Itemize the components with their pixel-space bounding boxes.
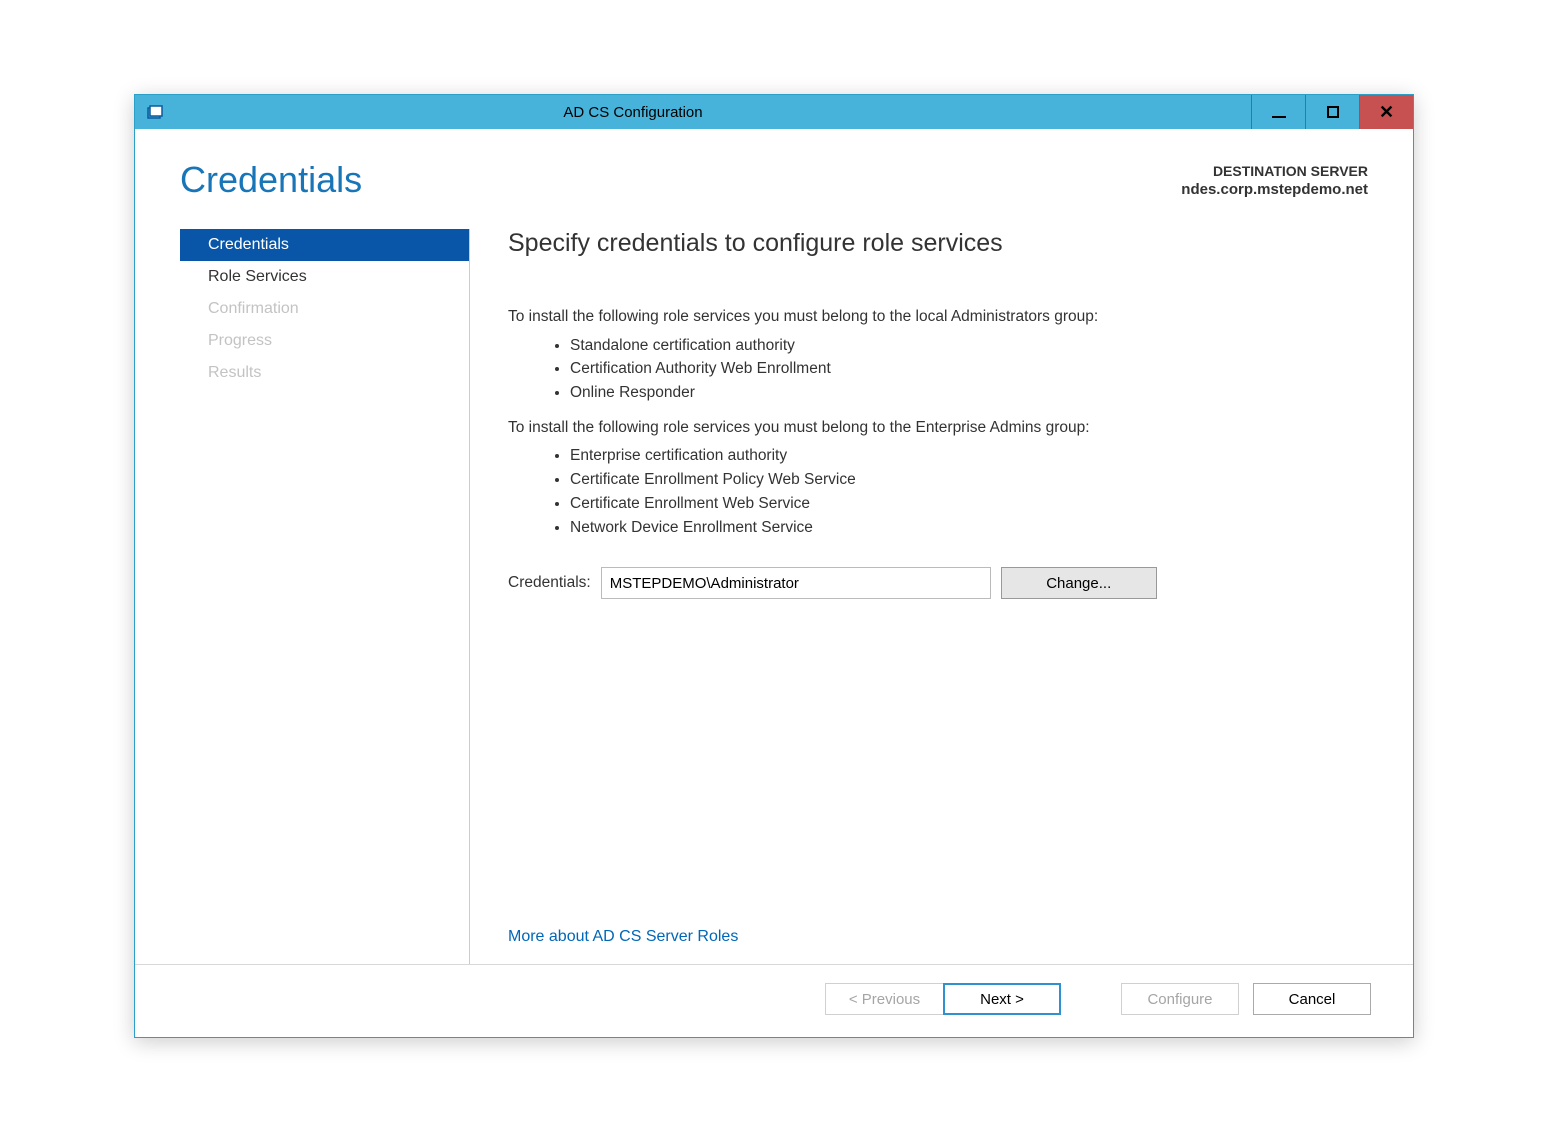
credentials-label: Credentials: xyxy=(508,572,591,594)
enterprise-admin-roles: Enterprise certification authority Certi… xyxy=(508,444,1368,539)
local-admin-intro: To install the following role services y… xyxy=(508,306,1368,328)
destination-server-name: ndes.corp.mstepdemo.net xyxy=(1181,181,1368,198)
close-button[interactable]: ✕ xyxy=(1359,95,1413,129)
window-controls: ✕ xyxy=(1251,95,1413,129)
content-body: To install the following role services y… xyxy=(508,306,1368,928)
list-item: Online Responder xyxy=(570,381,1368,405)
sidebar-item-progress: Progress xyxy=(180,325,469,357)
previous-button: < Previous xyxy=(825,983,943,1015)
main-row: Credentials Role Services Confirmation P… xyxy=(135,201,1413,964)
app-icon xyxy=(135,95,175,129)
sidebar-item-confirmation: Confirmation xyxy=(180,293,469,325)
list-item: Network Device Enrollment Service xyxy=(570,516,1368,540)
enterprise-admin-intro: To install the following role services y… xyxy=(508,417,1368,439)
help-link[interactable]: More about AD CS Server Roles xyxy=(508,928,1368,964)
configure-button: Configure xyxy=(1121,983,1239,1015)
header-row: Credentials DESTINATION SERVER ndes.corp… xyxy=(135,129,1413,201)
maximize-button[interactable] xyxy=(1305,95,1359,129)
list-item: Certificate Enrollment Web Service xyxy=(570,492,1368,516)
wizard-body: Credentials DESTINATION SERVER ndes.corp… xyxy=(135,129,1413,1037)
content-pane: Specify credentials to configure role se… xyxy=(470,229,1368,964)
page-title: Credentials xyxy=(180,159,362,201)
window-title: AD CS Configuration xyxy=(175,95,1251,129)
content-heading: Specify credentials to configure role se… xyxy=(508,229,1368,258)
sidebar-item-credentials[interactable]: Credentials xyxy=(180,229,469,261)
maximize-icon xyxy=(1327,106,1339,118)
next-button[interactable]: Next > xyxy=(943,983,1061,1015)
change-button[interactable]: Change... xyxy=(1001,567,1157,599)
cancel-button[interactable]: Cancel xyxy=(1253,983,1371,1015)
destination-server-label: DESTINATION SERVER xyxy=(1181,163,1368,179)
credentials-input[interactable] xyxy=(601,567,991,599)
list-item: Certification Authority Web Enrollment xyxy=(570,357,1368,381)
credentials-row: Credentials: Change... xyxy=(508,567,1368,599)
minimize-icon xyxy=(1272,116,1286,118)
titlebar[interactable]: AD CS Configuration ✕ xyxy=(135,95,1413,129)
destination-server-box: DESTINATION SERVER ndes.corp.mstepdemo.n… xyxy=(1181,159,1368,198)
sidebar-item-results: Results xyxy=(180,357,469,389)
wizard-sidebar: Credentials Role Services Confirmation P… xyxy=(180,229,470,964)
list-item: Standalone certification authority xyxy=(570,334,1368,358)
sidebar-item-role-services[interactable]: Role Services xyxy=(180,261,469,293)
wizard-footer: < Previous Next > Configure Cancel xyxy=(135,964,1413,1037)
minimize-button[interactable] xyxy=(1251,95,1305,129)
list-item: Enterprise certification authority xyxy=(570,444,1368,468)
close-icon: ✕ xyxy=(1379,102,1394,123)
local-admin-roles: Standalone certification authority Certi… xyxy=(508,334,1368,405)
nav-button-group: < Previous Next > xyxy=(825,983,1061,1015)
list-item: Certificate Enrollment Policy Web Servic… xyxy=(570,468,1368,492)
wizard-window: AD CS Configuration ✕ Credentials DESTIN… xyxy=(134,94,1414,1038)
